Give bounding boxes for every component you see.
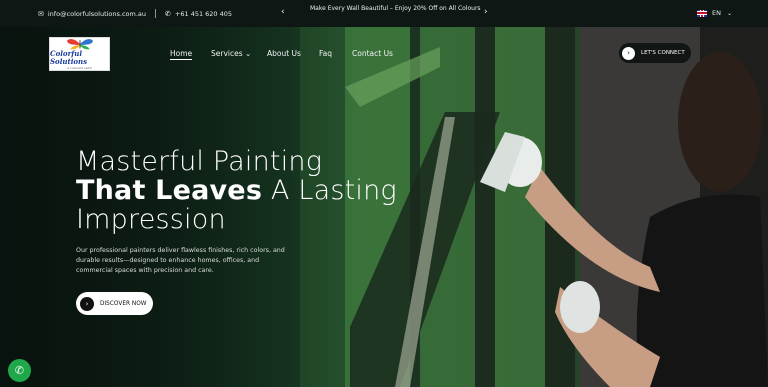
nav-faq[interactable]: Faq	[319, 49, 332, 58]
lets-connect-button[interactable]: › LET'S CONNECT	[619, 43, 691, 63]
site-logo[interactable]: Colorful Solutions a colourful spirit	[49, 37, 110, 71]
phone-link[interactable]: +61 451 620 405	[175, 10, 232, 18]
top-bar: ✉ info@colorfulsolutions.com.au ✆ +61 45…	[0, 0, 768, 27]
arrow-right-icon: ›	[622, 46, 635, 60]
promo-prev-arrow[interactable]: ‹	[281, 8, 285, 17]
headline-rest: A Lasting	[262, 175, 397, 206]
headline-line-2: That Leaves A Lasting	[76, 176, 397, 205]
phone-icon: ✆	[14, 364, 25, 377]
nav-services[interactable]: Services ⌄	[211, 49, 251, 58]
language-selector[interactable]: EN ⌄	[696, 9, 732, 17]
contact-info: ✉ info@colorfulsolutions.com.au ✆ +61 45…	[38, 9, 232, 18]
language-label: EN	[711, 9, 721, 17]
nav-home[interactable]: Home	[170, 49, 193, 60]
phone-icon: ✆	[165, 9, 171, 18]
headline-line-3: Impression	[76, 204, 226, 235]
hero-headline: Masterful Painting That Leaves A Lasting…	[76, 147, 397, 234]
discover-now-button[interactable]: › DISCOVER NOW	[76, 292, 153, 315]
lets-connect-label: LET'S CONNECT	[641, 50, 685, 56]
logo-title: Colorful Solutions	[50, 49, 88, 66]
email-link[interactable]: info@colorfulsolutions.com.au	[48, 10, 146, 18]
hero-section: Colorful Solutions a colourful spirit Ho…	[0, 27, 768, 387]
hero-description: Our professional painters deliver flawle…	[76, 247, 285, 274]
envelope-icon: ✉	[38, 9, 44, 18]
uk-flag-icon	[696, 9, 707, 17]
discover-now-label: DISCOVER NOW	[100, 300, 147, 307]
nav-contact-us[interactable]: Contact Us	[352, 49, 393, 58]
floating-call-button[interactable]: ✆	[8, 359, 31, 382]
arrow-right-icon: ›	[80, 296, 94, 311]
nav-about-us[interactable]: About Us	[267, 49, 301, 58]
headline-bold: That Leaves	[76, 175, 263, 206]
chevron-down-icon: ⌄	[726, 9, 732, 17]
divider	[155, 9, 157, 18]
logo-tagline: a colourful spirit	[67, 66, 92, 70]
headline-line-1: Masterful Painting	[76, 146, 323, 177]
promo-text: Make Every Wall Beautiful – Enjoy 20% Of…	[310, 5, 481, 12]
promo-next-arrow[interactable]: ›	[484, 8, 488, 17]
